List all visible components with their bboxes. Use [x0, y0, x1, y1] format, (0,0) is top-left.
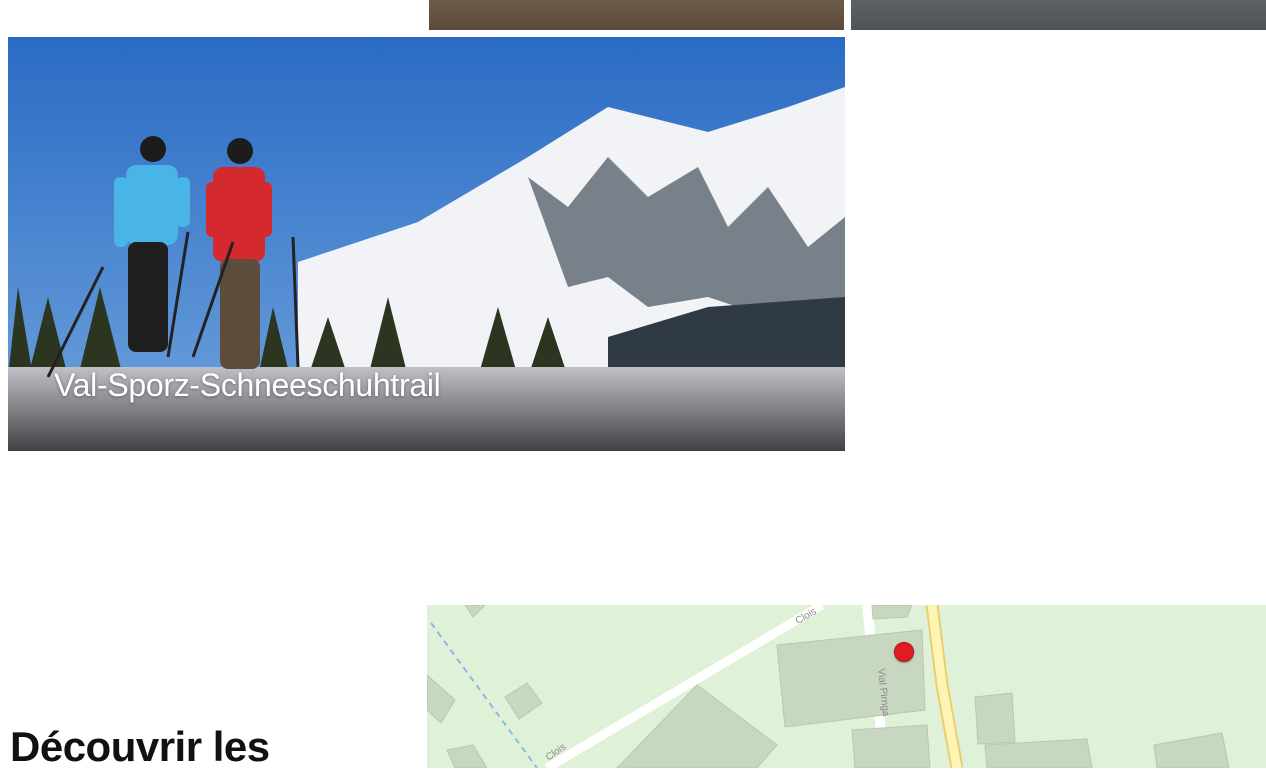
trail-title: Val-Sporz-Schneeschuhtrail: [54, 367, 441, 403]
section-heading: Découvrir les: [10, 723, 270, 770]
map-marker-icon[interactable]: [894, 642, 914, 662]
trail-card-thumbnail-right[interactable]: [851, 0, 1266, 30]
map[interactable]: Clois Clois Vial Pirnga: [427, 605, 1266, 768]
map-canvas: [427, 605, 1230, 768]
trail-card[interactable]: Val-Sporz-Schneeschuhtrail: [8, 37, 845, 451]
trail-card-thumbnail-left[interactable]: [429, 0, 844, 30]
